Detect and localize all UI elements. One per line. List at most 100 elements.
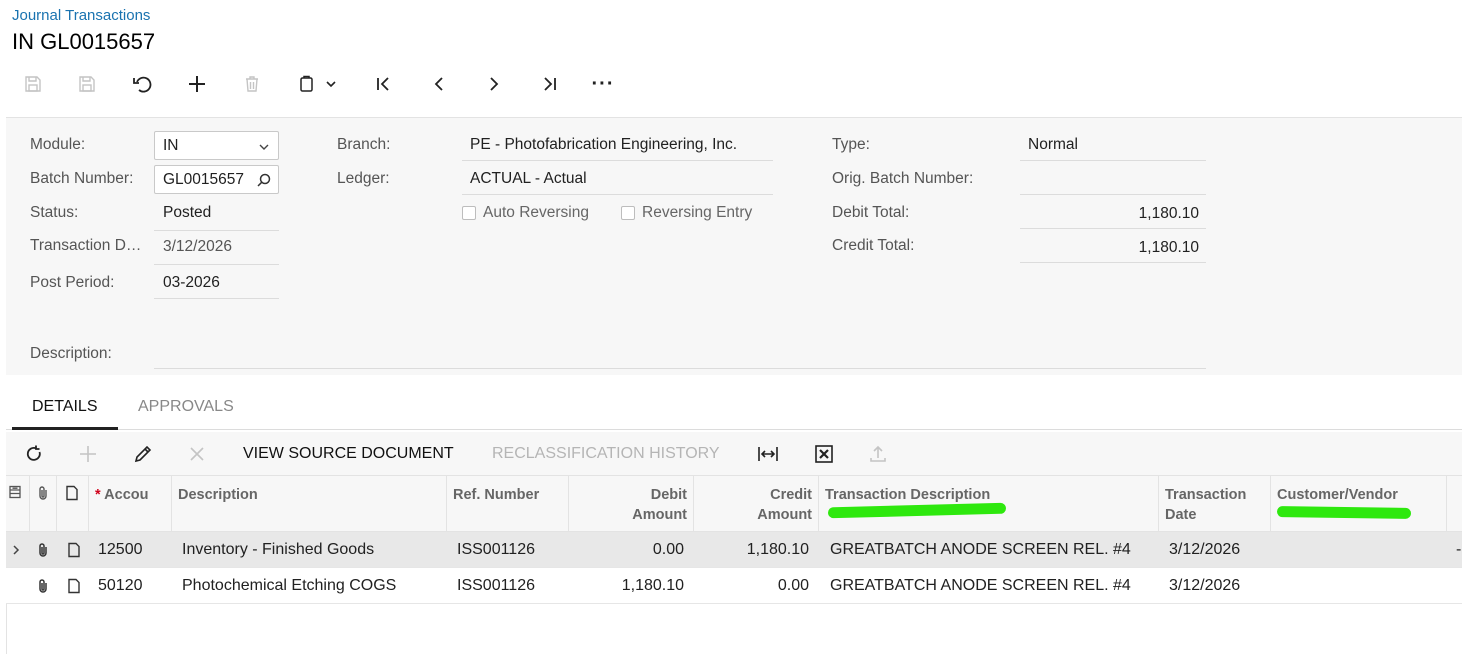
debit-total-label: Debit Total: bbox=[832, 204, 910, 221]
status-underline bbox=[154, 230, 279, 231]
ledger-underline bbox=[462, 194, 773, 195]
column-header-ref-number[interactable]: Ref. Number bbox=[447, 476, 569, 532]
description-underline bbox=[154, 368, 1206, 369]
upload-icon[interactable] bbox=[868, 432, 888, 476]
cell-transaction-description[interactable]: GREATBATCH ANODE SCREEN REL. #4 bbox=[830, 568, 1155, 604]
excel-export-icon[interactable] bbox=[814, 432, 834, 476]
note-icon[interactable] bbox=[63, 568, 85, 604]
tab-bar: DETAILS APPROVALS bbox=[6, 390, 1462, 430]
grid-settings-icon[interactable] bbox=[6, 476, 30, 532]
attachment-icon[interactable] bbox=[32, 532, 54, 568]
view-source-document-button[interactable]: VIEW SOURCE DOCUMENT bbox=[243, 432, 454, 476]
type-value: Normal bbox=[1028, 136, 1078, 153]
credit-total-value: 1,180.10 bbox=[1138, 239, 1199, 256]
status-label: Status: bbox=[30, 204, 79, 221]
form-panel: Module: IN Batch Number: GL0015657 Statu… bbox=[6, 117, 1462, 375]
tab-approvals[interactable]: APPROVALS bbox=[138, 390, 248, 430]
grid-header: * Accou Description Ref. Number Debit Am… bbox=[6, 476, 1462, 532]
module-label: Module: bbox=[30, 136, 86, 153]
cell-transaction-description[interactable]: GREATBATCH ANODE SCREEN REL. #4 bbox=[830, 532, 1155, 568]
column-header-account[interactable]: * Accou bbox=[89, 476, 172, 532]
save-close-icon[interactable] bbox=[18, 68, 48, 100]
copy-paste-icon[interactable] bbox=[292, 68, 322, 100]
cell-credit-amount[interactable]: 0.00 bbox=[694, 568, 809, 604]
column-header-debit-line2: Amount bbox=[632, 507, 687, 523]
cell-account[interactable]: 12500 bbox=[98, 532, 172, 568]
table-row[interactable]: 12500 Inventory - Finished Goods ISS0011… bbox=[6, 532, 1462, 568]
delete-row-icon[interactable] bbox=[188, 432, 206, 476]
row-expand-icon[interactable] bbox=[8, 532, 24, 568]
transaction-date-underline bbox=[154, 264, 279, 265]
next-icon[interactable] bbox=[479, 68, 509, 100]
ledger-value[interactable]: ACTUAL - Actual bbox=[470, 170, 587, 188]
undo-icon[interactable] bbox=[127, 68, 157, 100]
search-icon[interactable] bbox=[256, 172, 272, 188]
post-period-underline bbox=[154, 298, 279, 299]
edit-icon[interactable] bbox=[133, 432, 153, 476]
debit-total-underline bbox=[1020, 228, 1206, 229]
credit-total-underline bbox=[1020, 262, 1206, 263]
cell-customer-vendor[interactable] bbox=[1281, 532, 1441, 568]
page-title: IN GL0015657 bbox=[12, 29, 156, 54]
cell-debit-amount[interactable]: 0.00 bbox=[569, 532, 684, 568]
cell-transaction-date[interactable]: 3/12/2026 bbox=[1169, 532, 1269, 568]
column-header-debit-amount[interactable]: Debit Amount bbox=[569, 476, 694, 532]
cell-credit-amount[interactable]: 1,180.10 bbox=[694, 532, 809, 568]
debit-total-value: 1,180.10 bbox=[1138, 205, 1199, 222]
fit-columns-icon[interactable] bbox=[757, 432, 779, 476]
reversing-entry-label: Reversing Entry bbox=[642, 204, 753, 221]
cell-debit-amount[interactable]: 1,180.10 bbox=[569, 568, 684, 604]
green-highlight-mark bbox=[1276, 506, 1412, 519]
cell-transaction-date[interactable]: 3/12/2026 bbox=[1169, 568, 1269, 604]
column-header-credit-amount[interactable]: Credit Amount bbox=[694, 476, 819, 532]
cell-description[interactable]: Photochemical Etching COGS bbox=[182, 568, 444, 604]
ledger-label: Ledger: bbox=[337, 170, 390, 187]
column-header-credit-line1: Credit bbox=[770, 487, 812, 503]
column-header-customer-vendor[interactable]: Customer/Vendor bbox=[1271, 476, 1447, 532]
column-header-transaction-date[interactable]: Transaction Date bbox=[1159, 476, 1271, 532]
reclassification-history-button[interactable]: RECLASSIFICATION HISTORY bbox=[492, 432, 720, 476]
refresh-icon[interactable] bbox=[24, 432, 44, 476]
add-row-icon[interactable] bbox=[78, 432, 98, 476]
delete-icon[interactable] bbox=[237, 68, 267, 100]
reversing-entry-checkbox[interactable] bbox=[621, 206, 635, 220]
cell-description[interactable]: Inventory - Finished Goods bbox=[182, 532, 444, 568]
cell-customer-vendor[interactable] bbox=[1281, 568, 1441, 604]
grid-toolbar: VIEW SOURCE DOCUMENT RECLASSIFICATION HI… bbox=[6, 432, 1462, 476]
auto-reversing-checkbox[interactable] bbox=[462, 206, 476, 220]
cell-ref-number[interactable]: ISS001126 bbox=[457, 568, 569, 604]
column-header-debit-line1: Debit bbox=[650, 487, 687, 503]
transaction-date-label: Transaction D… bbox=[30, 237, 142, 254]
post-period-label: Post Period: bbox=[30, 274, 115, 291]
column-header-description[interactable]: Description bbox=[172, 476, 447, 532]
cell-ref-number[interactable]: ISS001126 bbox=[457, 532, 569, 568]
chevron-down-icon[interactable] bbox=[322, 68, 340, 100]
transaction-date-value: 3/12/2026 bbox=[163, 238, 232, 255]
type-underline bbox=[1020, 160, 1206, 161]
first-record-icon[interactable] bbox=[369, 68, 399, 100]
attachment-icon[interactable] bbox=[32, 568, 54, 604]
description-label: Description: bbox=[30, 345, 112, 362]
tab-details[interactable]: DETAILS bbox=[12, 390, 118, 430]
branch-underline bbox=[462, 160, 773, 161]
cell-account[interactable]: 50120 bbox=[98, 568, 172, 604]
add-icon[interactable] bbox=[182, 68, 212, 100]
last-record-icon[interactable] bbox=[534, 68, 564, 100]
previous-icon[interactable] bbox=[424, 68, 454, 100]
orig-batch-underline bbox=[1020, 194, 1206, 195]
overflow-mark: - bbox=[1456, 541, 1462, 558]
required-mark: * bbox=[95, 487, 101, 503]
note-icon[interactable] bbox=[63, 532, 85, 568]
breadcrumb[interactable]: Journal Transactions bbox=[12, 7, 150, 24]
save-icon[interactable] bbox=[72, 68, 102, 100]
branch-value[interactable]: PE - Photofabrication Engineering, Inc. bbox=[470, 136, 737, 154]
post-period-value[interactable]: 03-2026 bbox=[163, 274, 220, 292]
more-icon[interactable]: ··· bbox=[588, 68, 618, 100]
batch-number-value: GL0015657 bbox=[163, 171, 245, 188]
batch-number-field[interactable]: GL0015657 bbox=[154, 165, 279, 194]
table-row[interactable]: 50120 Photochemical Etching COGS ISS0011… bbox=[6, 568, 1462, 604]
module-select[interactable]: IN bbox=[154, 131, 279, 160]
credit-total-label: Credit Total: bbox=[832, 237, 915, 254]
batch-number-label: Batch Number: bbox=[30, 170, 134, 187]
status-value: Posted bbox=[163, 204, 212, 221]
